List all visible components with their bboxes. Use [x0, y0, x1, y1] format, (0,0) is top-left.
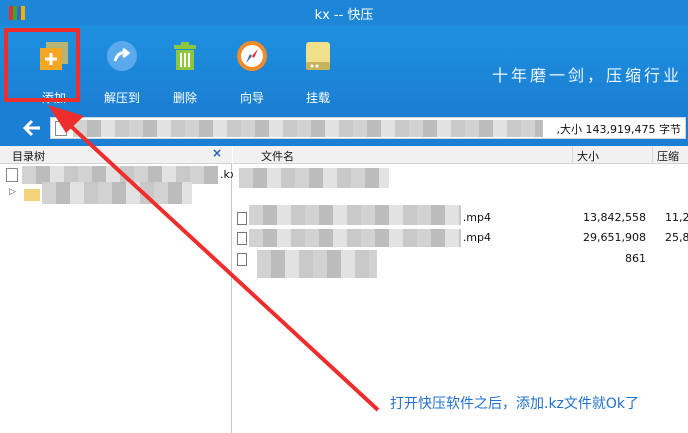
file-size: 13,842,558: [583, 211, 646, 224]
video-file-icon: [237, 212, 247, 225]
file-extension: .mp4: [462, 211, 491, 224]
tree-title: 目录树: [12, 150, 45, 163]
archive-size-text: ,大小 143,919,475 字节: [556, 121, 681, 137]
file-name: .mp4: [237, 229, 491, 247]
blurred-folder-name: [239, 168, 389, 188]
compressed-size: 11,2: [665, 211, 688, 224]
text-file-icon: [237, 253, 247, 266]
file-size: 29,651,908: [583, 231, 646, 244]
trash-icon: [174, 42, 196, 70]
blurred-name: [42, 182, 192, 204]
window-title: kx -- 快压: [314, 8, 374, 23]
expand-triangle-icon[interactable]: ▷: [9, 187, 16, 197]
extract-icon: [107, 41, 137, 71]
blurred-name: [249, 229, 461, 247]
close-icon[interactable]: ×: [212, 146, 222, 160]
archive-icon: [6, 168, 18, 182]
instruction-caption: 打开快压软件之后，添加.kz文件就Ok了: [390, 396, 640, 412]
file-size: 861: [625, 252, 646, 265]
document-icon: [55, 121, 67, 136]
back-arrow-icon[interactable]: [20, 117, 44, 139]
tree-header: 目录树 ×: [0, 146, 232, 164]
video-file-icon: [237, 232, 247, 245]
extract-button[interactable]: 解压到: [92, 36, 152, 105]
delete-label: 删除: [172, 91, 197, 105]
column-compressed[interactable]: 压缩: [653, 146, 688, 164]
file-name: [237, 250, 491, 278]
address-bar: ,大小 143,919,475 字节: [0, 110, 688, 146]
column-name[interactable]: 文件名: [233, 146, 573, 164]
folder-icon: [24, 189, 40, 201]
extract-label: 解压到: [103, 91, 140, 105]
drive-icon: [306, 42, 330, 70]
compass-icon: [237, 41, 267, 71]
file-name: .mp4: [237, 205, 491, 227]
blurred-path: [73, 120, 543, 137]
wizard-label: 向导: [239, 91, 264, 105]
table-row[interactable]: .mp4 13,842,558 11,2: [233, 205, 688, 228]
column-size[interactable]: 大小: [573, 146, 653, 164]
table-row[interactable]: 861: [233, 249, 688, 278]
highlight-box: [4, 28, 80, 102]
blurred-name: [249, 205, 461, 225]
tree-folder-item[interactable]: ▷: [6, 182, 232, 204]
slogan-text: 十年磨一剑，压缩行业: [492, 66, 683, 85]
address-field[interactable]: ,大小 143,919,475 字节: [50, 117, 686, 139]
table-row[interactable]: .mp4 29,651,908 25,8: [233, 228, 688, 248]
file-extension: .mp4: [462, 231, 491, 244]
column-header: 文件名 大小 压缩: [233, 146, 688, 164]
list-item[interactable]: [233, 168, 688, 188]
directory-tree-panel: 目录树 × .kx ▷: [0, 146, 236, 433]
file-list-panel: 文件名 大小 压缩 .mp4 13,842,558 11,2 .mp4 29,6…: [233, 146, 688, 433]
blurred-name: [257, 250, 377, 278]
title-bar: kx -- 快压: [0, 0, 688, 26]
mount-button[interactable]: 挂载: [288, 36, 348, 105]
wizard-button[interactable]: 向导: [222, 36, 282, 105]
mount-label: 挂载: [305, 91, 330, 105]
delete-button[interactable]: 删除: [155, 36, 215, 105]
toolbar: 添加 解压到 删除 向导 挂载 十年磨一剑，压缩行业: [0, 26, 688, 110]
compressed-size: 25,8: [665, 231, 688, 244]
